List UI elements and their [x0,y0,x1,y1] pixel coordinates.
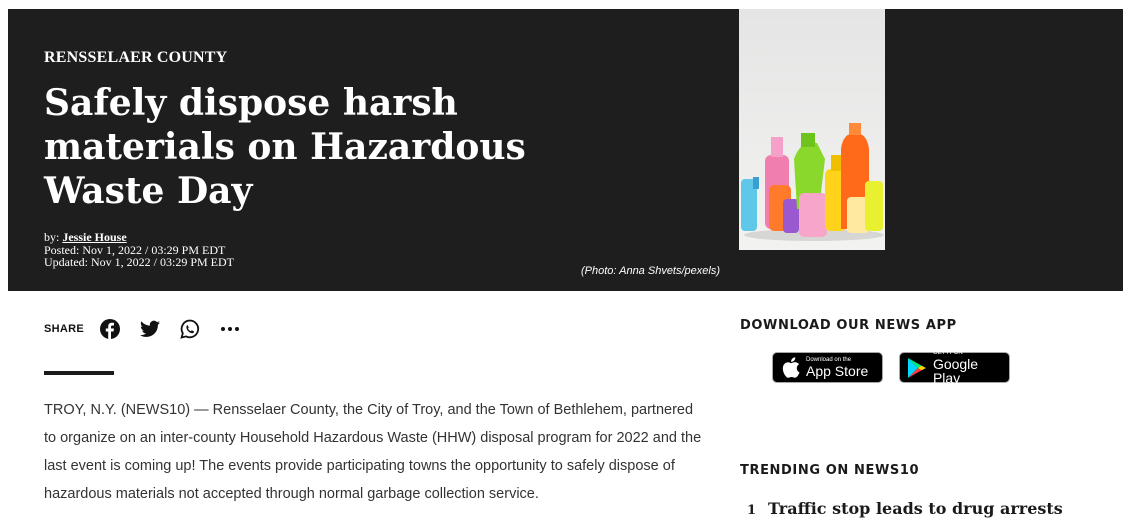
google-play-icon [907,357,926,378]
more-icon[interactable] [220,319,240,339]
headline: Safely dispose harsh materials on Hazard… [44,82,526,212]
article-paragraph: TROY, N.Y. (NEWS10) — Rensselaer County,… [44,402,702,502]
apple-icon [782,357,800,378]
hero-photo [739,9,885,250]
section-divider [44,371,114,375]
app-store-button[interactable]: Download on the App Store [772,352,883,383]
updated-date: Updated: Nov 1, 2022 / 03:29 PM EDT [44,255,234,269]
trending-heading: TRENDING ON NEWS10 [740,463,920,478]
google-play-button[interactable]: GET IT ON Google Play [899,350,1010,386]
cleaning-bottles-illustration [741,123,884,241]
hero-text: RENSSELAER COUNTY Safely dispose harsh m… [44,49,564,213]
sidebar: DOWNLOAD OUR NEWS APP Download on the Ap… [740,318,1110,518]
photo-credit: (Photo: Anna Shvets/pexels) [581,265,721,277]
app-store-label: App Store [806,363,869,379]
twitter-icon[interactable] [140,319,161,339]
trending-title[interactable]: Traffic stop leads to drug arrests [768,499,1063,518]
whatsapp-icon[interactable] [180,319,200,339]
app-heading: DOWNLOAD OUR NEWS APP [740,318,957,333]
article-hero: RENSSELAER COUNTY Safely dispose harsh m… [8,9,1123,291]
author-link[interactable]: Jessie House [62,230,126,244]
share-bar: SHARE [44,318,260,340]
trending-item[interactable]: 1 Traffic stop leads to drug arrests [747,499,1063,518]
google-play-label: Google Play [932,356,979,386]
app-badges: Download on the App Store GET IT ON Goog… [772,350,1010,386]
section-label[interactable]: RENSSELAER COUNTY [44,49,564,67]
byline: by: Jessie House Posted: Nov 1, 2022 / 0… [44,231,234,269]
share-label: SHARE [44,323,85,335]
byline-prefix: by: [44,230,63,244]
facebook-icon[interactable] [100,319,121,339]
